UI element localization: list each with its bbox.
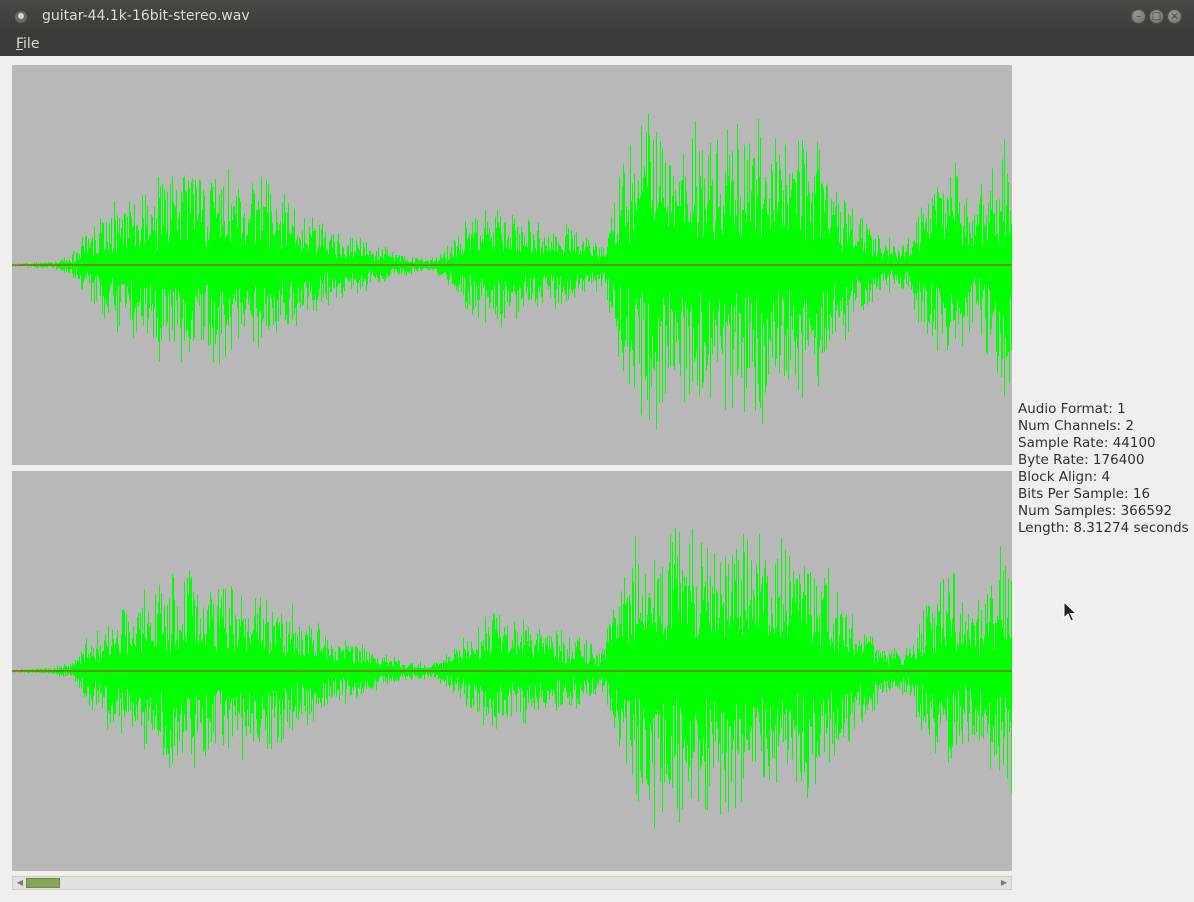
app-window: guitar-44.1k-16bit-stereo.wav – □ × File… xyxy=(0,0,1194,902)
window-controls: – □ × xyxy=(1131,9,1182,24)
byte-rate-label: Byte Rate: 176400 xyxy=(1018,452,1145,468)
bits-per-sample-label: Bits Per Sample: 16 xyxy=(1018,486,1151,502)
window-title: guitar-44.1k-16bit-stereo.wav xyxy=(42,8,250,24)
waveform-trace xyxy=(12,113,1012,430)
waveform-view[interactable] xyxy=(12,65,1012,871)
channel-left-waveform[interactable] xyxy=(12,65,1012,465)
app-icon xyxy=(15,11,27,23)
scrollbar-thumb[interactable] xyxy=(26,878,60,888)
waveform-trace xyxy=(12,528,1012,828)
title-bar[interactable]: guitar-44.1k-16bit-stereo.wav – □ × xyxy=(0,0,1194,33)
scroll-left-icon[interactable]: ◀ xyxy=(14,877,26,889)
sample-rate-label: Sample Rate: 44100 xyxy=(1018,435,1156,451)
close-icon[interactable]: × xyxy=(1167,9,1182,24)
horizontal-scrollbar[interactable]: ◀ ▶ xyxy=(12,876,1012,890)
mouse-pointer-icon xyxy=(1063,601,1077,622)
wav-info-panel: Audio Format: 1 Num Channels: 2 Sample R… xyxy=(1018,401,1189,537)
length-label: Length: 8.31274 seconds xyxy=(1018,520,1189,536)
block-align-label: Block Align: 4 xyxy=(1018,469,1111,485)
menu-file[interactable]: File xyxy=(16,36,39,52)
num-samples-label: Num Samples: 366592 xyxy=(1018,503,1173,519)
scroll-right-icon[interactable]: ▶ xyxy=(998,877,1010,889)
maximize-icon[interactable]: □ xyxy=(1149,9,1164,24)
minimize-icon[interactable]: – xyxy=(1131,9,1146,24)
channel-right-waveform[interactable] xyxy=(12,471,1012,871)
left-channel-svg xyxy=(12,113,1012,430)
audio-format-label: Audio Format: 1 xyxy=(1018,401,1126,417)
num-channels-label: Num Channels: 2 xyxy=(1018,418,1134,434)
menu-bar: File xyxy=(0,33,1194,56)
right-channel-svg xyxy=(12,528,1012,828)
